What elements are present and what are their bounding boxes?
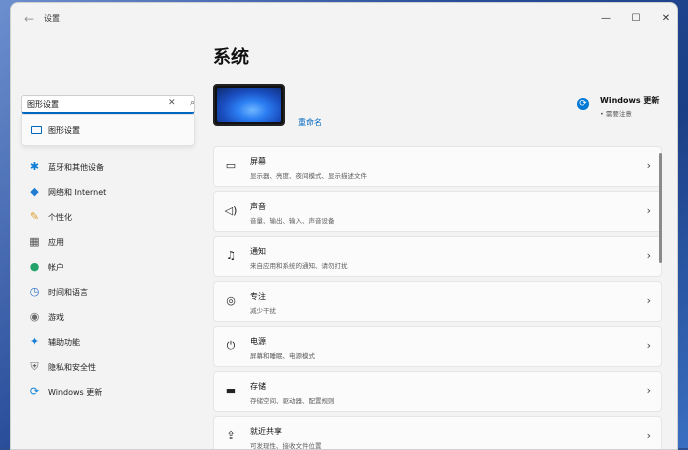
search-input-value: 图形设置 (27, 100, 59, 109)
chevron-right-icon: › (646, 429, 651, 442)
search-icon[interactable]: ⌕ (190, 98, 195, 108)
card-description: 可发现性、接收文件位置 (250, 442, 322, 450)
power-icon: ⏻ (226, 339, 236, 352)
search-input[interactable]: 图形设置 ✕ ⌕ (21, 95, 195, 114)
settings-card[interactable]: ◎ 专注减少干扰 › (213, 281, 662, 322)
chevron-right-icon: › (646, 384, 651, 397)
sidebar-item[interactable]: ⟳ Windows 更新 (21, 380, 211, 405)
sidebar-item[interactable]: ◷ 时间和语言 (21, 280, 211, 305)
account-icon: ● (29, 260, 40, 273)
chevron-right-icon: › (646, 159, 651, 172)
brush-icon: ✎ (29, 210, 40, 223)
scrollbar[interactable] (659, 153, 662, 263)
suggestion-label: 图形设置 (48, 126, 80, 135)
sidebar-item-label: Windows 更新 (48, 388, 103, 397)
settings-card[interactable]: ♫ 通知来自应用和系统的通知、请勿打扰 › (213, 236, 662, 277)
windows-update-icon: ⟳ (577, 98, 589, 110)
sidebar-item[interactable]: ● 帐户 (21, 255, 211, 280)
shield-icon: ⛨ (30, 360, 39, 373)
sidebar-item[interactable]: ◆ 网络和 Internet (21, 180, 211, 205)
card-description: 屏幕和睡眠、电源模式 (250, 352, 315, 360)
minimize-button[interactable]: — (596, 9, 616, 29)
back-arrow-icon[interactable]: ← (21, 11, 37, 27)
chevron-right-icon: › (646, 249, 651, 262)
sidebar-nav: ✱ 蓝牙和其他设备 ◆ 网络和 Internet ✎ 个性化 ▦ 应用 ● 帐户 ◷ 时间和语言 ◉ 游戏… (21, 155, 211, 405)
windows-update-icon: ⟳ (29, 385, 40, 398)
sidebar-item[interactable]: ⛨ 隐私和安全性 (21, 355, 211, 380)
chevron-right-icon: › (646, 294, 651, 307)
clock-globe-icon: ◷ (29, 285, 40, 298)
windows-update-status: • 需要注意 (600, 110, 632, 118)
card-description: 减少干扰 (250, 307, 276, 315)
sidebar-item-label: 网络和 Internet (48, 188, 107, 197)
sidebar-item-label: 蓝牙和其他设备 (48, 163, 104, 172)
sidebar-item-label: 帐户 (48, 263, 64, 272)
bluetooth-icon: ✱ (29, 160, 40, 173)
wallpaper-preview (217, 88, 281, 122)
card-title: 就近共享 (250, 427, 282, 436)
settings-card[interactable]: ◁) 声音音量、输出、输入、声音设备 › (213, 191, 662, 232)
speaker-icon: ◁) (224, 204, 238, 217)
wifi-icon: ◆ (30, 185, 39, 198)
settings-card[interactable]: ▬ 存储存储空间、驱动器、配置规则 › (213, 371, 662, 412)
windows-update-title[interactable]: Windows 更新 (600, 95, 659, 106)
apps-icon: ▦ (29, 235, 40, 248)
chevron-right-icon: › (646, 204, 651, 217)
bell-icon: ♫ (226, 249, 236, 262)
rename-link[interactable]: 重命名 (298, 117, 322, 128)
monitor-icon (31, 126, 42, 134)
card-title: 专注 (250, 292, 266, 301)
card-description: 存储空间、驱动器、配置规则 (250, 397, 335, 405)
sidebar-item-label: 个性化 (48, 213, 72, 222)
device-image (213, 84, 285, 126)
app-title: 设置 (44, 14, 60, 23)
sidebar-item-label: 时间和语言 (48, 288, 88, 297)
storage-icon: ▬ (225, 384, 237, 397)
settings-list: ▭ 屏幕显示器、亮度、夜间模式、显示描述文件 › ◁) 声音音量、输出、输入、声音设备 ›… (213, 146, 662, 450)
card-title: 通知 (250, 247, 266, 256)
settings-card[interactable]: ⇪ 就近共享可发现性、接收文件位置 › (213, 416, 662, 450)
card-title: 存储 (250, 382, 266, 391)
chevron-right-icon: › (646, 339, 651, 352)
gamepad-icon: ◉ (29, 310, 40, 323)
maximize-button[interactable]: ☐ (626, 9, 646, 29)
sidebar-item[interactable]: ✎ 个性化 (21, 205, 211, 230)
card-description: 音量、输出、输入、声音设备 (250, 217, 335, 225)
title-bar: ← 设置 — ☐ ✕ (11, 3, 677, 35)
settings-window: ← 设置 — ☐ ✕ 图形设置 ✕ ⌕ 图形设置 ✱ 蓝牙和其他设备 ◆ 网络和 In… (10, 2, 678, 450)
card-title: 声音 (250, 202, 266, 211)
card-title: 电源 (250, 337, 266, 346)
settings-card[interactable]: ▭ 屏幕显示器、亮度、夜间模式、显示描述文件 › (213, 146, 662, 187)
sidebar-item-label: 应用 (48, 238, 64, 247)
close-button[interactable]: ✕ (656, 9, 676, 29)
sidebar-item[interactable]: ▦ 应用 (21, 230, 211, 255)
sidebar-item[interactable]: ✦ 辅助功能 (21, 330, 211, 355)
sidebar-item-label: 游戏 (48, 313, 64, 322)
clear-icon[interactable]: ✕ (168, 98, 176, 108)
card-description: 显示器、亮度、夜间模式、显示描述文件 (250, 172, 367, 180)
share-icon: ⇪ (226, 429, 236, 442)
card-description: 来自应用和系统的通知、请勿打扰 (250, 262, 348, 270)
display-icon: ▭ (225, 159, 237, 172)
sidebar-item-label: 隐私和安全性 (48, 363, 96, 372)
sidebar-item[interactable]: ✱ 蓝牙和其他设备 (21, 155, 211, 180)
accessibility-icon: ✦ (29, 335, 40, 348)
search-suggestion[interactable]: 图形设置 (21, 114, 195, 146)
sidebar-item[interactable]: ◉ 游戏 (21, 305, 211, 330)
card-title: 屏幕 (250, 157, 266, 166)
page-title: 系统 (213, 47, 249, 68)
sidebar-item-label: 辅助功能 (48, 338, 80, 347)
focus-icon: ◎ (226, 294, 236, 307)
settings-card[interactable]: ⏻ 电源屏幕和睡眠、电源模式 › (213, 326, 662, 367)
